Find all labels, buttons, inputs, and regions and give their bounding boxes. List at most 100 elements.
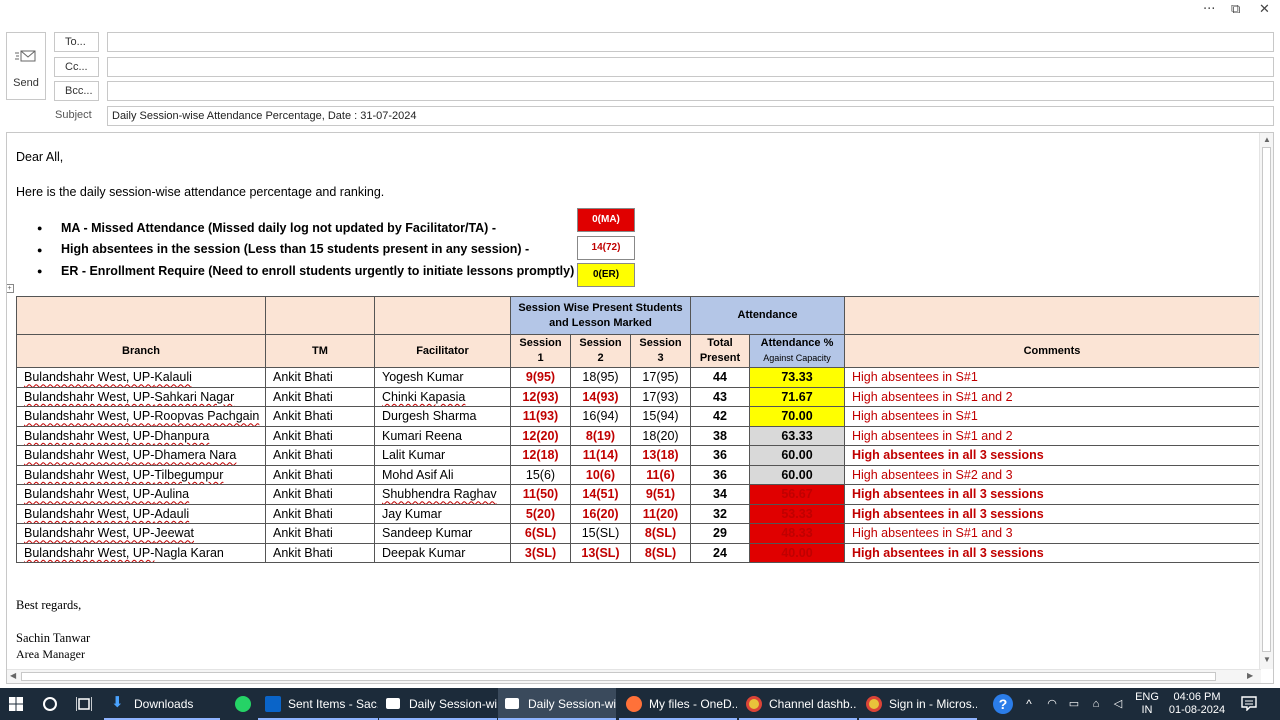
branch-name: Sahkari Nagar <box>154 389 235 404</box>
session1-cell: 12(18) <box>510 445 571 466</box>
session2-cell: 16(20) <box>570 503 631 524</box>
battery-icon[interactable]: ▭ <box>1066 688 1082 720</box>
scroll-left-icon[interactable]: ◀ <box>10 671 16 680</box>
window-titlebar: ··· ⧉ ✕ <box>0 0 1280 22</box>
branch-name: Aulina <box>154 487 190 502</box>
total-cell: 44 <box>690 367 750 388</box>
session2-cell: 15(SL) <box>570 523 631 544</box>
table-row: Bulandshahr West, UP-Tilbegumpur Ankit B… <box>16 464 1260 485</box>
bullet-icon: ● <box>37 223 43 233</box>
vertical-scrollbar[interactable]: ▲ ▼ <box>1259 133 1273 669</box>
vertical-scroll-thumb[interactable] <box>1262 147 1271 652</box>
table-row: Bulandshahr West, UP-Dhanpura Ankit Bhat… <box>16 425 1260 446</box>
horizontal-scroll-thumb[interactable] <box>21 672 1216 681</box>
network-icon[interactable]: ⌂ <box>1088 688 1104 720</box>
notifications-icon[interactable] <box>1241 696 1257 711</box>
branch-name: Kalauli <box>154 370 192 385</box>
scroll-down-icon[interactable]: ▼ <box>1263 655 1271 664</box>
windows-start-icon[interactable] <box>9 697 23 711</box>
subject-label: Subject <box>55 109 92 121</box>
session2-cell: 18(95) <box>570 367 631 388</box>
help-icon[interactable]: ? <box>993 694 1013 714</box>
taskbar-downloads[interactable]: ⬇ Downloads <box>104 688 220 720</box>
intro-text: Here is the daily session-wise attendanc… <box>16 185 385 199</box>
taskbar-chrome-channel[interactable]: Channel dashb... <box>739 688 857 720</box>
taskbar-firefox[interactable]: My files - OneD... <box>619 688 737 720</box>
message-body[interactable]: Dear All, Here is the daily session-wise… <box>6 132 1274 684</box>
email-window-icon <box>386 698 400 709</box>
more-options-icon[interactable]: ··· <box>1203 2 1215 17</box>
cc-field[interactable] <box>107 57 1274 77</box>
close-window-icon[interactable]: ✕ <box>1259 2 1270 17</box>
search-icon[interactable] <box>43 697 57 711</box>
session3-cell: 18(20) <box>630 425 691 446</box>
header-session-1: Session 1 <box>510 334 571 368</box>
tm-cell: Ankit Bhati <box>265 464 375 485</box>
table-row: Bulandshahr West, UP-Sahkari Nagar Ankit… <box>16 386 1260 407</box>
header-empty <box>265 296 375 335</box>
branch-prefix: Bulandshahr West, UP- <box>24 526 155 541</box>
firefox-icon <box>626 696 642 712</box>
session1-cell: 3(SL) <box>510 542 571 563</box>
taskbar-email-2[interactable]: Daily Session-wi... <box>498 688 616 720</box>
session3-cell: 8(SL) <box>630 523 691 544</box>
sender-title: Area Manager <box>16 647 85 661</box>
session3-cell: 8(SL) <box>630 542 691 563</box>
session2-cell: 16(94) <box>570 406 631 427</box>
send-button[interactable]: Send <box>6 32 46 100</box>
legend-er-box: 0(ER) <box>577 263 635 287</box>
tm-cell: Ankit Bhati <box>265 484 375 505</box>
facilitator-cell: Yogesh Kumar <box>374 367 511 388</box>
bcc-button[interactable]: Bcc... <box>54 81 99 101</box>
comment-cell: High absentees in S#2 and 3 <box>844 464 1260 485</box>
session3-cell: 9(51) <box>630 484 691 505</box>
facilitator-cell: Sandeep Kumar <box>374 523 511 544</box>
taskbar-chrome-signin[interactable]: Sign in - Micros... <box>859 688 977 720</box>
task-view-icon[interactable] <box>76 697 92 711</box>
legend-high-absentees-text: High absentees in the session (Less than… <box>61 242 530 256</box>
branch-prefix: Bulandshahr West, UP- <box>24 506 155 521</box>
legend-ma-box: 0(MA) <box>577 208 635 232</box>
to-button[interactable]: To... <box>54 32 99 52</box>
session1-cell: 5(20) <box>510 503 571 524</box>
bullet-icon: ● <box>37 266 43 276</box>
session1-cell: 12(20) <box>510 425 571 446</box>
taskbar-outlook-sent[interactable]: Sent Items - Sac... <box>258 688 378 720</box>
branch-prefix: Bulandshahr West, UP- <box>24 545 155 560</box>
bcc-field[interactable] <box>107 81 1274 101</box>
scroll-right-icon[interactable]: ▶ <box>1247 671 1253 680</box>
subject-field[interactable]: Daily Session-wise Attendance Percentage… <box>107 106 1274 126</box>
outlook-icon <box>265 696 281 712</box>
session1-cell: 15(6) <box>510 464 571 485</box>
branch-prefix: Bulandshahr West, UP- <box>24 448 155 463</box>
session2-cell: 11(14) <box>570 445 631 466</box>
branch-prefix: Bulandshahr West, UP- <box>24 467 155 482</box>
branch-prefix: Bulandshahr West, UP- <box>24 370 155 385</box>
pct-cell: 56.67 <box>749 484 845 505</box>
branch-prefix: Bulandshahr West, UP- <box>24 389 155 404</box>
to-field[interactable] <box>107 32 1274 52</box>
volume-icon[interactable]: ◁ <box>1110 688 1126 720</box>
chevron-up-icon[interactable]: ^ <box>1022 688 1036 720</box>
wifi-icon[interactable]: ◠ <box>1044 688 1060 720</box>
comment-cell: High absentees in S#1 and 2 <box>844 386 1260 407</box>
taskbar-whatsapp[interactable] <box>228 688 256 720</box>
greeting: Dear All, <box>16 150 64 164</box>
restore-window-icon[interactable]: ⧉ <box>1231 2 1240 17</box>
branch-name: Nagla Karan <box>154 545 224 560</box>
tm-cell: Ankit Bhati <box>265 425 375 446</box>
clock[interactable]: 04:06 PM 01-08-2024 <box>1168 688 1226 720</box>
header-total-present: Total Present <box>690 334 750 368</box>
pct-cell: 40.00 <box>749 542 845 563</box>
tm-cell: Ankit Bhati <box>265 386 375 407</box>
horizontal-scrollbar[interactable]: ◀ ▶ <box>7 669 1261 683</box>
table-move-handle-icon[interactable]: + <box>7 284 14 293</box>
scroll-up-icon[interactable]: ▲ <box>1263 135 1271 144</box>
taskbar-email-1[interactable]: Daily Session-wi... <box>379 688 497 720</box>
total-cell: 24 <box>690 542 750 563</box>
header-branch: Branch <box>16 334 266 368</box>
pct-cell: 73.33 <box>749 367 845 388</box>
cc-button[interactable]: Cc... <box>54 57 99 77</box>
total-cell: 42 <box>690 406 750 427</box>
language-indicator[interactable]: ENG IN <box>1132 688 1162 720</box>
